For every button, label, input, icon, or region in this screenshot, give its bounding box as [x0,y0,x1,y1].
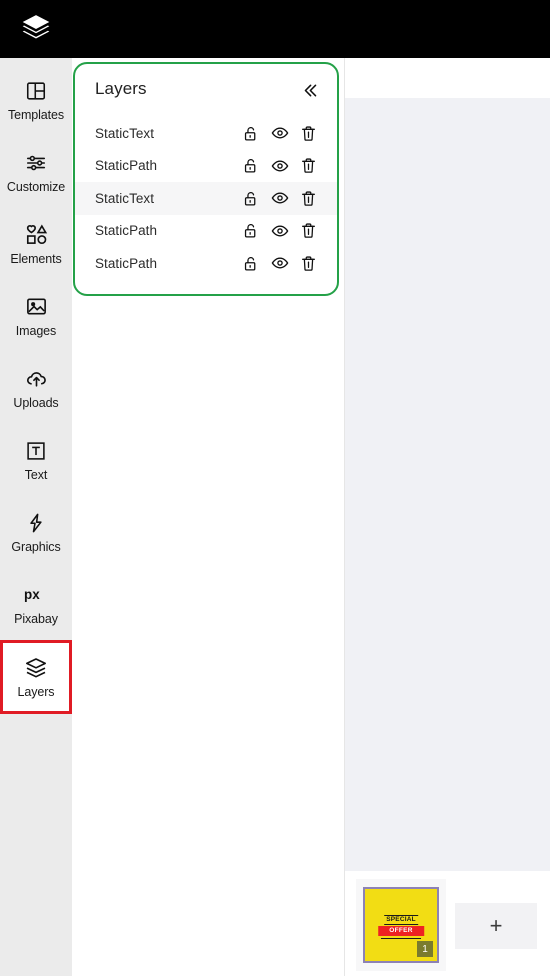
eye-icon[interactable] [265,120,294,146]
templates-icon [24,79,48,103]
layer-name: StaticText [95,125,155,141]
thumbnail-rule [381,938,421,939]
text-box-icon [24,439,48,463]
sidebar-item-label: Templates [7,107,65,122]
page-card: SPECIAL OFFER 1 [356,879,446,971]
eye-icon[interactable] [265,250,294,276]
layer-list: StaticText StaticPath StaticText StaticP… [75,116,337,280]
sidebar-item-label: Customize [6,179,66,194]
shapes-icon [24,223,48,247]
sidebar-item-uploads[interactable]: Uploads [0,352,72,424]
eye-icon[interactable] [265,153,294,179]
unlock-icon[interactable] [236,218,265,244]
sidebar-item-label: Text [24,467,48,482]
thumbnail-title: SPECIAL [384,915,418,925]
work-area: SPECIAL OFFER 1 + [344,58,550,976]
thumbnail-subtitle: OFFER [378,926,424,936]
add-page-button[interactable]: + [455,903,537,949]
table-row[interactable]: StaticPath [75,150,337,183]
page-thumbnail-1[interactable]: SPECIAL OFFER 1 [363,887,439,963]
page-number-badge: 1 [417,941,433,957]
layer-row-actions [236,218,337,244]
table-row[interactable]: StaticText [75,117,337,150]
trash-icon[interactable] [294,120,323,146]
sidebar-item-images[interactable]: Images [0,280,72,352]
layer-name: StaticText [95,190,155,206]
image-icon [24,295,48,319]
design-canvas[interactable] [345,98,550,871]
sidebar-item-label: Images [15,323,57,338]
unlock-icon[interactable] [236,185,265,211]
top-header-bar [0,0,550,58]
sidebar-item-text[interactable]: Text [0,424,72,496]
sidebar-item-label: Uploads [13,395,59,410]
trash-icon[interactable] [294,250,323,276]
layer-row-actions [236,120,337,146]
trash-icon[interactable] [294,218,323,244]
sidebar-item-graphics[interactable]: Graphics [0,496,72,568]
layers-panel-header: Layers [75,64,337,116]
sliders-icon [24,151,48,175]
eye-icon[interactable] [265,218,294,244]
pages-strip: SPECIAL OFFER 1 + [345,871,550,976]
add-page-label: + [489,913,503,938]
sidebar-item-label: Elements [10,251,62,266]
sidebar-item-templates[interactable]: Templates [0,64,72,136]
layer-name: StaticPath [95,223,158,239]
table-row[interactable]: StaticPath [75,215,337,248]
layers-panel: Layers StaticText StaticPath StaticText … [73,62,339,296]
sidebar-item-customize[interactable]: Customize [0,136,72,208]
sidebar-item-elements[interactable]: Elements [0,208,72,280]
eye-icon[interactable] [265,185,294,211]
pixabay-logo-icon: px [24,583,48,607]
cloud-upload-icon [24,367,48,391]
layer-row-actions [236,153,337,179]
sidebar-item-pixabay[interactable]: px Pixabay [0,568,72,640]
panel-title: Layers [95,79,147,98]
app-logo-icon[interactable] [18,11,54,47]
table-row[interactable]: StaticPath [75,247,337,280]
svg-text:px: px [24,587,40,602]
layer-name: StaticPath [95,158,158,174]
sidebar-item-label: Pixabay [14,611,58,626]
unlock-icon[interactable] [236,153,265,179]
trash-icon[interactable] [294,153,323,179]
sidebar-item-label: Layers [17,684,55,699]
chevron-double-left-icon[interactable] [295,76,323,104]
unlock-icon[interactable] [236,250,265,276]
app-root: Templates Customize Elements Images Uplo… [0,0,550,976]
layer-name: StaticPath [95,255,158,271]
left-tool-rail: Templates Customize Elements Images Uplo… [0,58,72,976]
layer-row-actions [236,185,337,211]
lightning-bolt-icon [24,511,48,535]
table-row[interactable]: StaticText [75,182,337,215]
layers-stack-icon [24,656,48,680]
canvas-toolbar [345,58,550,98]
sidebar-item-layers[interactable]: Layers [0,640,72,714]
layer-row-actions [236,250,337,276]
sidebar-item-label: Graphics [11,539,61,554]
trash-icon[interactable] [294,185,323,211]
unlock-icon[interactable] [236,120,265,146]
